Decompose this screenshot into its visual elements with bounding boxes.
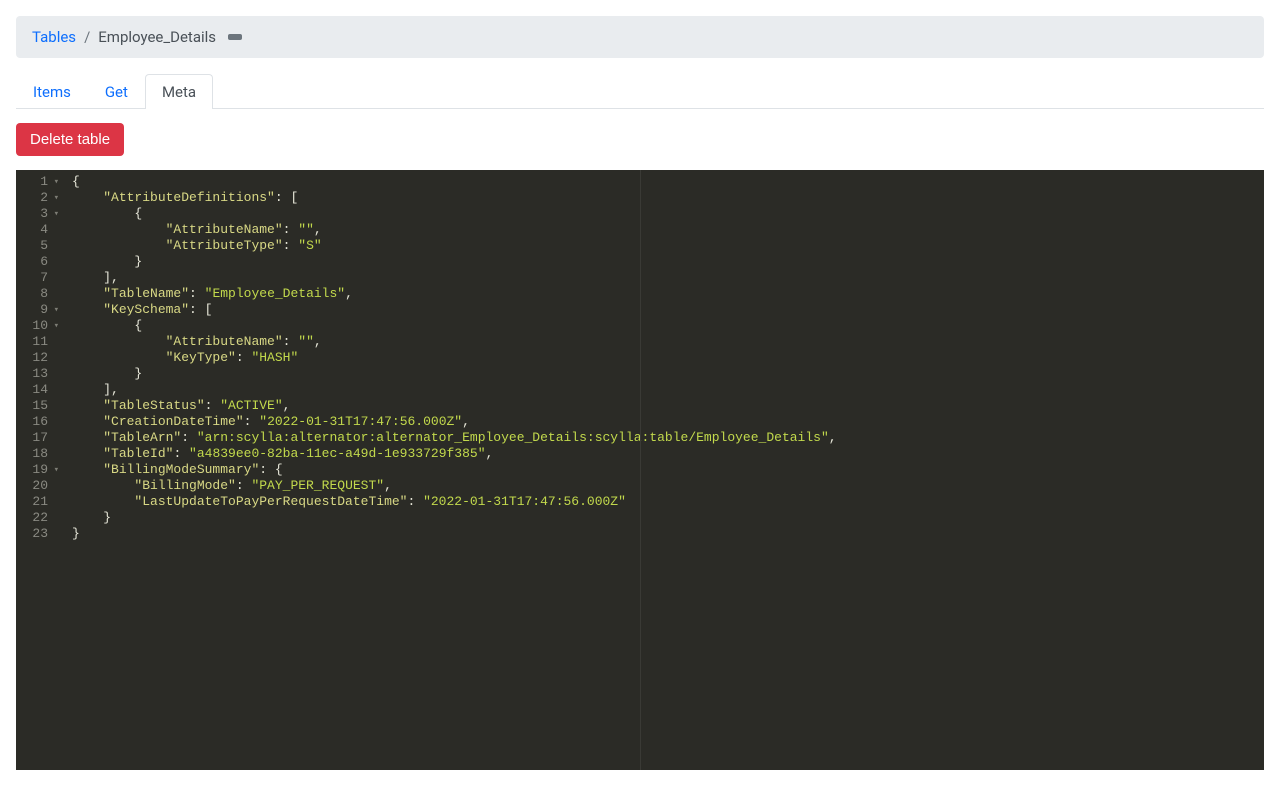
edit-name-icon[interactable] <box>228 34 242 40</box>
tab-bar: Items Get Meta <box>16 74 1264 109</box>
tab-meta[interactable]: Meta <box>145 74 213 109</box>
editor-gutter: 1234567891011121314151617181920212223 <box>16 170 64 770</box>
json-editor[interactable]: 1234567891011121314151617181920212223 { … <box>16 170 1264 770</box>
toolbar: Delete table <box>12 109 1268 170</box>
tab-items[interactable]: Items <box>16 74 88 109</box>
breadcrumb-separator: / <box>84 28 90 46</box>
editor-split-line <box>640 170 641 770</box>
breadcrumb: Tables / Employee_Details <box>16 16 1264 58</box>
tab-get[interactable]: Get <box>88 74 145 109</box>
breadcrumb-root-link[interactable]: Tables <box>32 28 76 46</box>
breadcrumb-current: Employee_Details <box>98 28 216 46</box>
editor-code[interactable]: { "AttributeDefinitions": [ { "Attribute… <box>64 170 1264 770</box>
delete-table-button[interactable]: Delete table <box>16 123 124 156</box>
